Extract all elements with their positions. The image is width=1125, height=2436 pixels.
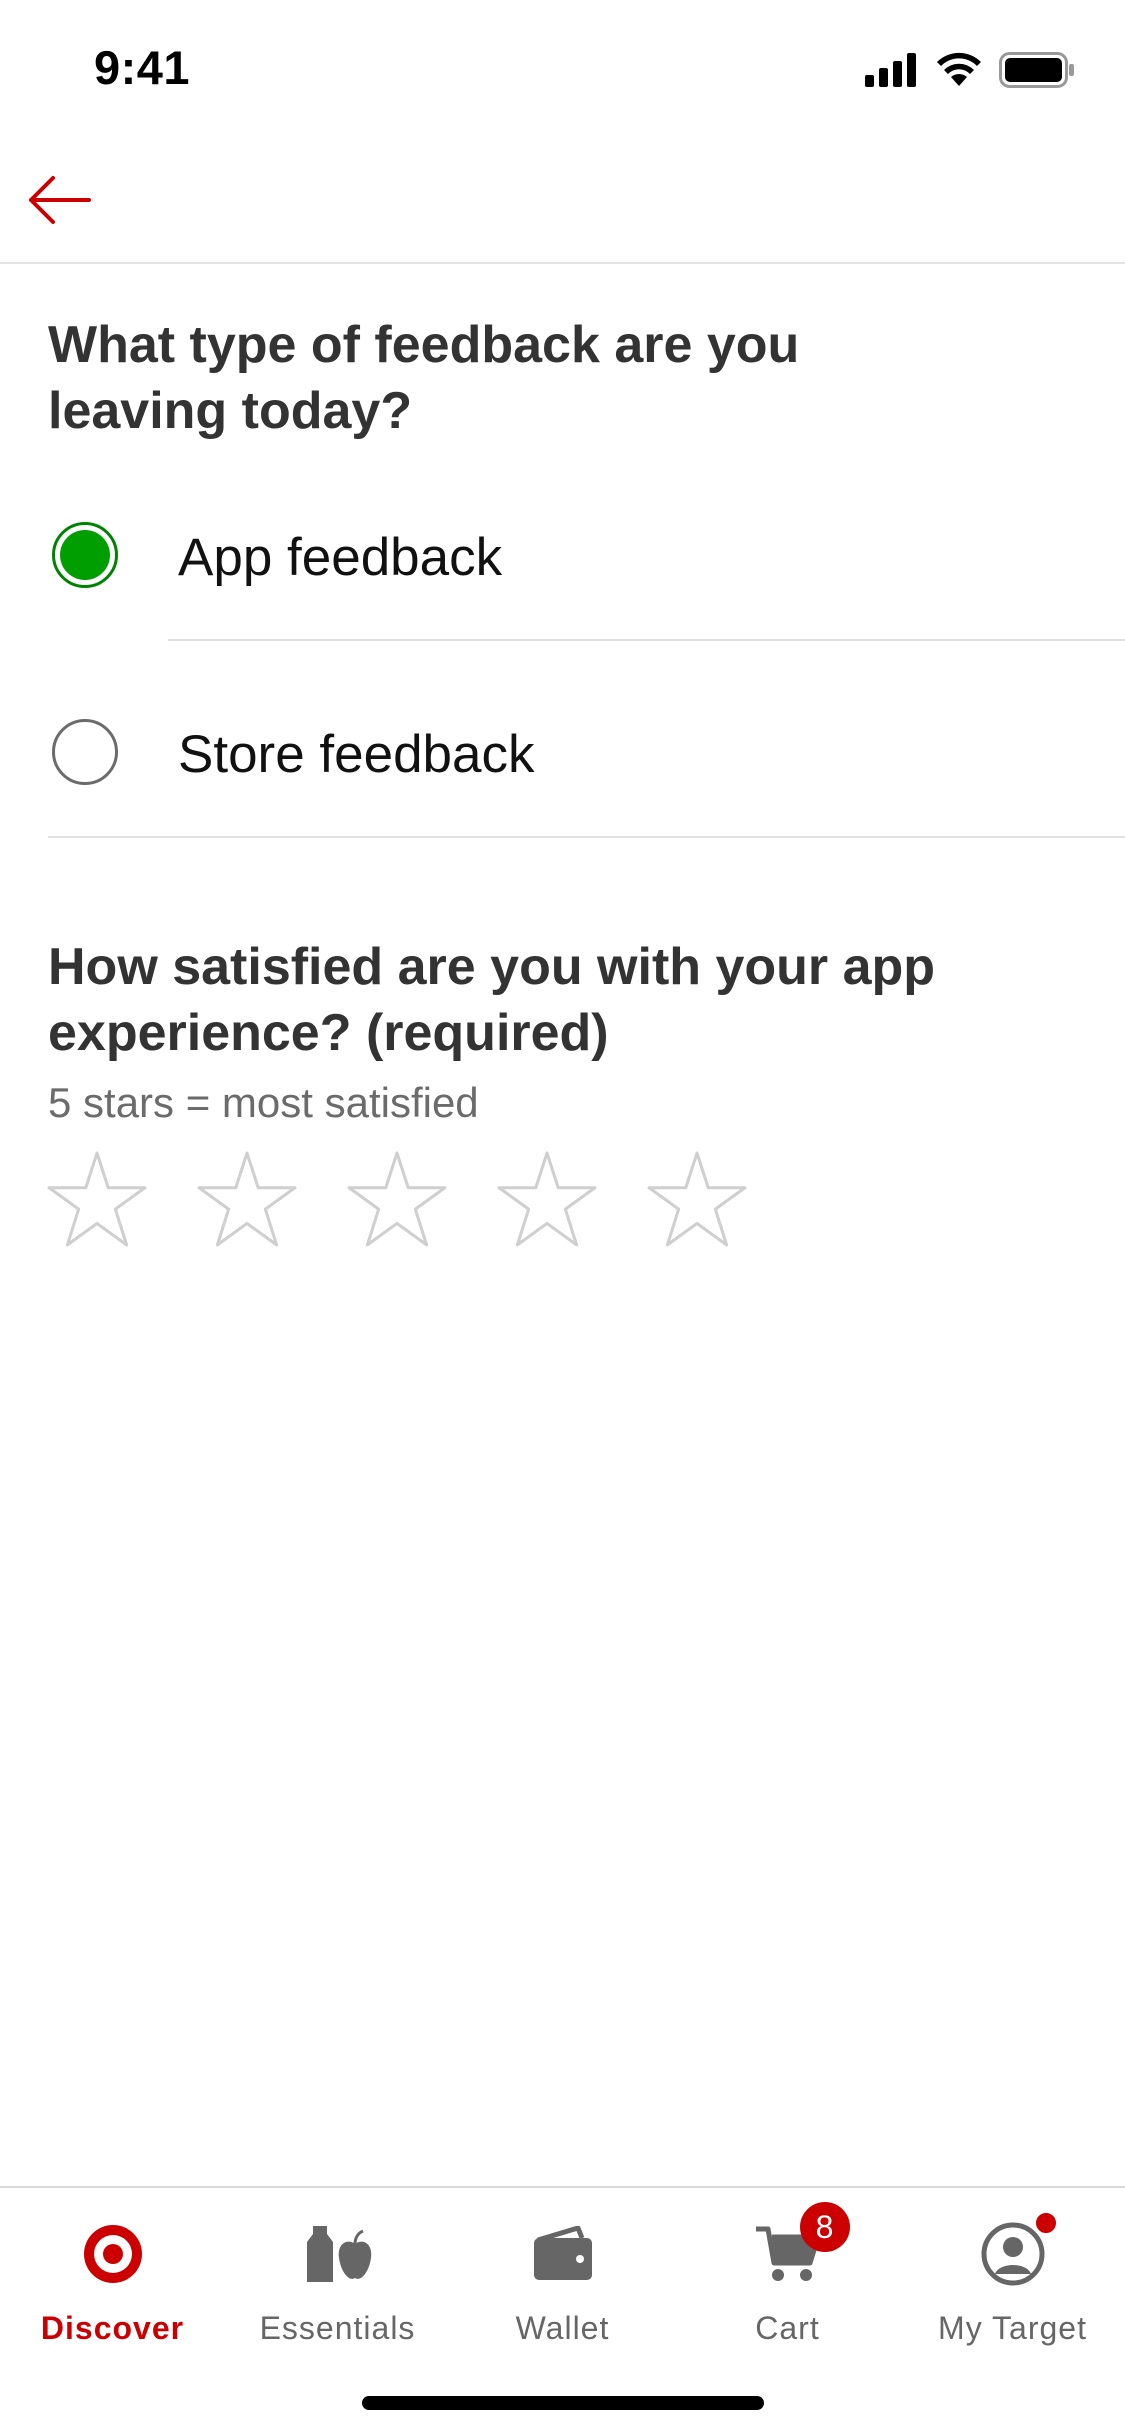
star-1-icon[interactable] — [46, 1150, 148, 1252]
feedback-type-question: What type of feedback are you leaving to… — [48, 316, 800, 440]
star-4-icon[interactable] — [496, 1150, 598, 1252]
account-icon — [973, 2210, 1059, 2294]
star-5-icon[interactable] — [646, 1150, 748, 1252]
status-icons — [865, 50, 1075, 90]
nav-item-discover[interactable]: Discover — [0, 2214, 225, 2354]
status-time: 9:41 — [94, 41, 191, 94]
star-rating — [46, 1150, 748, 1252]
header — [0, 140, 1125, 264]
option-label: App feedback — [178, 528, 503, 587]
essentials-icon — [298, 2214, 378, 2294]
nav-item-essentials[interactable]: Essentials — [225, 2214, 450, 2354]
cart-icon: 8 — [748, 2202, 850, 2294]
rating-hint: 5 stars = most satisfied — [48, 1079, 479, 1126]
signal-icon — [865, 53, 916, 87]
battery-icon — [999, 52, 1074, 88]
wifi-icon — [937, 52, 981, 86]
nav-label: Cart — [755, 2310, 820, 2346]
radio-selected-icon[interactable] — [52, 522, 118, 588]
status-bar: 9:41 — [0, 0, 1125, 140]
satisfaction-question: How satisfied are you with your app expe… — [48, 938, 936, 1062]
nav-label: Essentials — [259, 2310, 416, 2346]
option-divider — [168, 639, 1125, 641]
home-indicator[interactable] — [362, 2396, 764, 2410]
star-3-icon[interactable] — [346, 1150, 448, 1252]
nav-label: Discover — [40, 2310, 185, 2346]
star-2-icon[interactable] — [196, 1150, 298, 1252]
radio-unselected-icon[interactable] — [52, 719, 118, 785]
wallet-icon — [523, 2214, 603, 2294]
option-app-feedback[interactable]: App feedback — [0, 446, 1125, 642]
cart-count-badge: 8 — [799, 2202, 850, 2252]
section-divider — [48, 836, 1125, 838]
back-arrow-icon — [29, 176, 91, 224]
feedback-screen: 9:41 What type of feedback are you leavi… — [0, 0, 1125, 2436]
nav-item-my-target[interactable]: My Target — [900, 2210, 1125, 2354]
target-logo-icon — [73, 2214, 153, 2294]
notification-dot — [1032, 2210, 1059, 2236]
nav-label: My Target — [938, 2310, 1087, 2346]
option-store-feedback[interactable]: Store feedback — [0, 643, 1125, 839]
nav-item-cart[interactable]: 8 Cart — [675, 2202, 900, 2354]
nav-item-wallet[interactable]: Wallet — [450, 2214, 675, 2354]
nav-label: Wallet — [515, 2310, 610, 2346]
option-label: Store feedback — [178, 725, 535, 784]
back-button[interactable] — [24, 170, 94, 230]
